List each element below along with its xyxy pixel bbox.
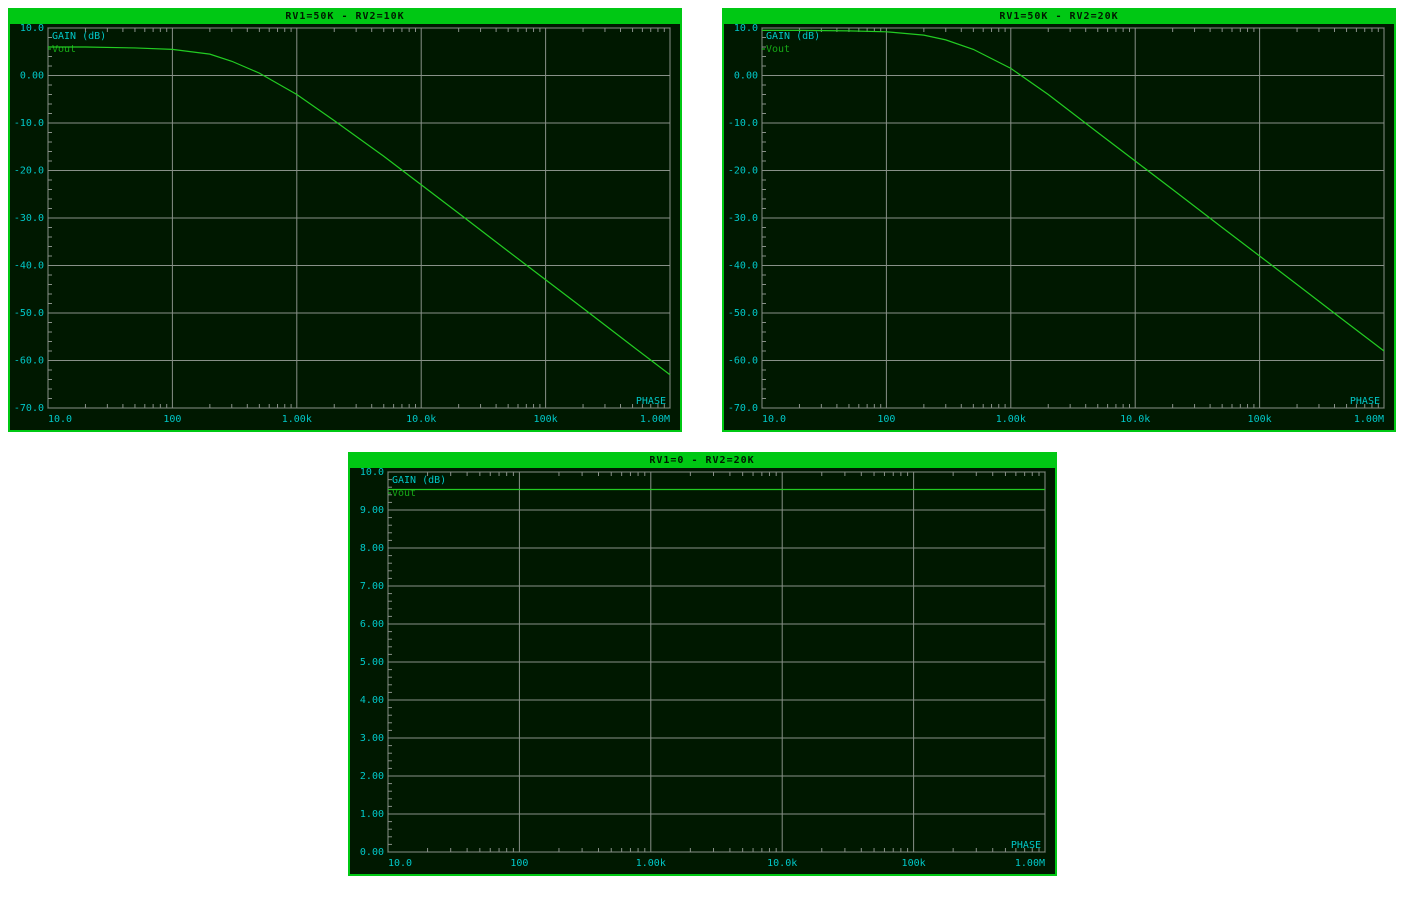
y-axis-label: GAIN (dB) <box>52 31 106 42</box>
x-tick-label: 100k <box>534 414 558 425</box>
secondary-axis-label: PHASE <box>636 396 666 407</box>
y-tick-label: -60.0 <box>728 356 758 367</box>
y-tick-label: -30.0 <box>14 213 44 224</box>
x-tick-label: 1.00k <box>996 414 1026 425</box>
x-tick-label: 10.0k <box>767 858 797 869</box>
x-tick-label: 1.00M <box>1014 858 1044 869</box>
chart-panel-2: RV1=50K - RV2=20K 10.01001.00k10.0k100k1… <box>722 8 1396 432</box>
y-tick-label: 4.00 <box>359 695 383 706</box>
chart-title: RV1=50K - RV2=20K <box>724 10 1394 24</box>
x-tick-label: 10.0 <box>388 858 412 869</box>
x-tick-label: 10.0 <box>48 414 72 425</box>
y-tick-label: -70.0 <box>14 403 44 414</box>
y-tick-label: -20.0 <box>728 166 758 177</box>
x-tick-label: 1.00M <box>640 414 670 425</box>
y-tick-label: 0.00 <box>359 847 383 858</box>
chart-grid: RV1=50K - RV2=10K 10.01001.00k10.0k100k1… <box>8 8 1388 876</box>
x-tick-label: 100k <box>1248 414 1272 425</box>
x-tick-label: 10.0k <box>1120 414 1150 425</box>
chart-svg-2: 10.0 100 1.00k 10.0k 100k 1.00M 10.0 0.00 -10.0 -… <box>724 24 1390 426</box>
x-tick-label: 100 <box>510 858 528 869</box>
y-tick-label: -20.0 <box>14 166 44 177</box>
x-tick-label: 1.00k <box>635 858 665 869</box>
y-tick-label: 2.00 <box>359 771 383 782</box>
y-tick-label: -10.0 <box>728 118 758 129</box>
x-tick-label: 1.00k <box>282 414 312 425</box>
y-axis-label: GAIN (dB) <box>392 475 446 486</box>
trace-line <box>762 30 1384 351</box>
chart-panel-1: RV1=50K - RV2=10K 10.01001.00k10.0k100k1… <box>8 8 682 432</box>
x-tick-label: 1.00M <box>1354 414 1384 425</box>
y-tick-label: 7.00 <box>359 581 383 592</box>
x-tick-label: 100 <box>163 414 181 425</box>
x-tick-label: 10.0 <box>762 414 786 425</box>
y-tick-label: -50.0 <box>728 308 758 319</box>
y-tick-label: -50.0 <box>14 308 44 319</box>
x-tick-label: 100 <box>877 414 895 425</box>
secondary-axis-label: PHASE <box>1350 396 1380 407</box>
y-tick-label: -30.0 <box>728 213 758 224</box>
y-tick-label: 10.0 <box>734 24 758 34</box>
plot-area: 10.0 100 1.00k 10.0k 100k 1.00M 10.0 0.00 -10.0 -… <box>10 24 680 430</box>
y-tick-label: 5.00 <box>359 657 383 668</box>
chart-svg-1: 10.0 100 1.00k 10.0k 100k 1.00M 10.0 0.00 -10.0 -… <box>10 24 676 426</box>
y-tick-label: 3.00 <box>359 733 383 744</box>
x-tick-label: 10.0k <box>406 414 436 425</box>
chart-panel-3: RV1=0 - RV2=20K 10.0 100 1.00k 10.0k 100k 1.0… <box>348 452 1057 876</box>
y-tick-label: 9.00 <box>359 505 383 516</box>
x-tick-label: 100k <box>901 858 925 869</box>
trace-line <box>48 47 670 375</box>
y-tick-label: -40.0 <box>728 261 758 272</box>
plot-area: 10.0 100 1.00k 10.0k 100k 1.00M 10.0 0.00 -10.0 -… <box>724 24 1394 430</box>
y-tick-label: 10.0 <box>20 24 44 34</box>
chart-svg-3: 10.0 100 1.00k 10.0k 100k 1.00M 10.0 9.00 8.00 7.… <box>350 468 1051 870</box>
y-tick-label: -70.0 <box>728 403 758 414</box>
y-tick-label: 6.00 <box>359 619 383 630</box>
plot-area: 10.0 100 1.00k 10.0k 100k 1.00M 10.0 9.00 8.00 7.… <box>350 468 1055 874</box>
y-tick-label: 0.00 <box>20 71 44 82</box>
y-tick-label: -40.0 <box>14 261 44 272</box>
y-tick-label: -10.0 <box>14 118 44 129</box>
chart-title: RV1=0 - RV2=20K <box>350 454 1055 468</box>
y-tick-label: 1.00 <box>359 809 383 820</box>
secondary-axis-label: PHASE <box>1010 840 1040 851</box>
y-tick-label: 0.00 <box>734 71 758 82</box>
y-axis-label: GAIN (dB) <box>766 31 820 42</box>
y-tick-label: 8.00 <box>359 543 383 554</box>
y-tick-label: 10.0 <box>359 468 383 478</box>
y-tick-label: -60.0 <box>14 356 44 367</box>
trace-label: Vout <box>766 44 790 55</box>
chart-title: RV1=50K - RV2=10K <box>10 10 680 24</box>
trace-label: Vout <box>52 44 76 55</box>
